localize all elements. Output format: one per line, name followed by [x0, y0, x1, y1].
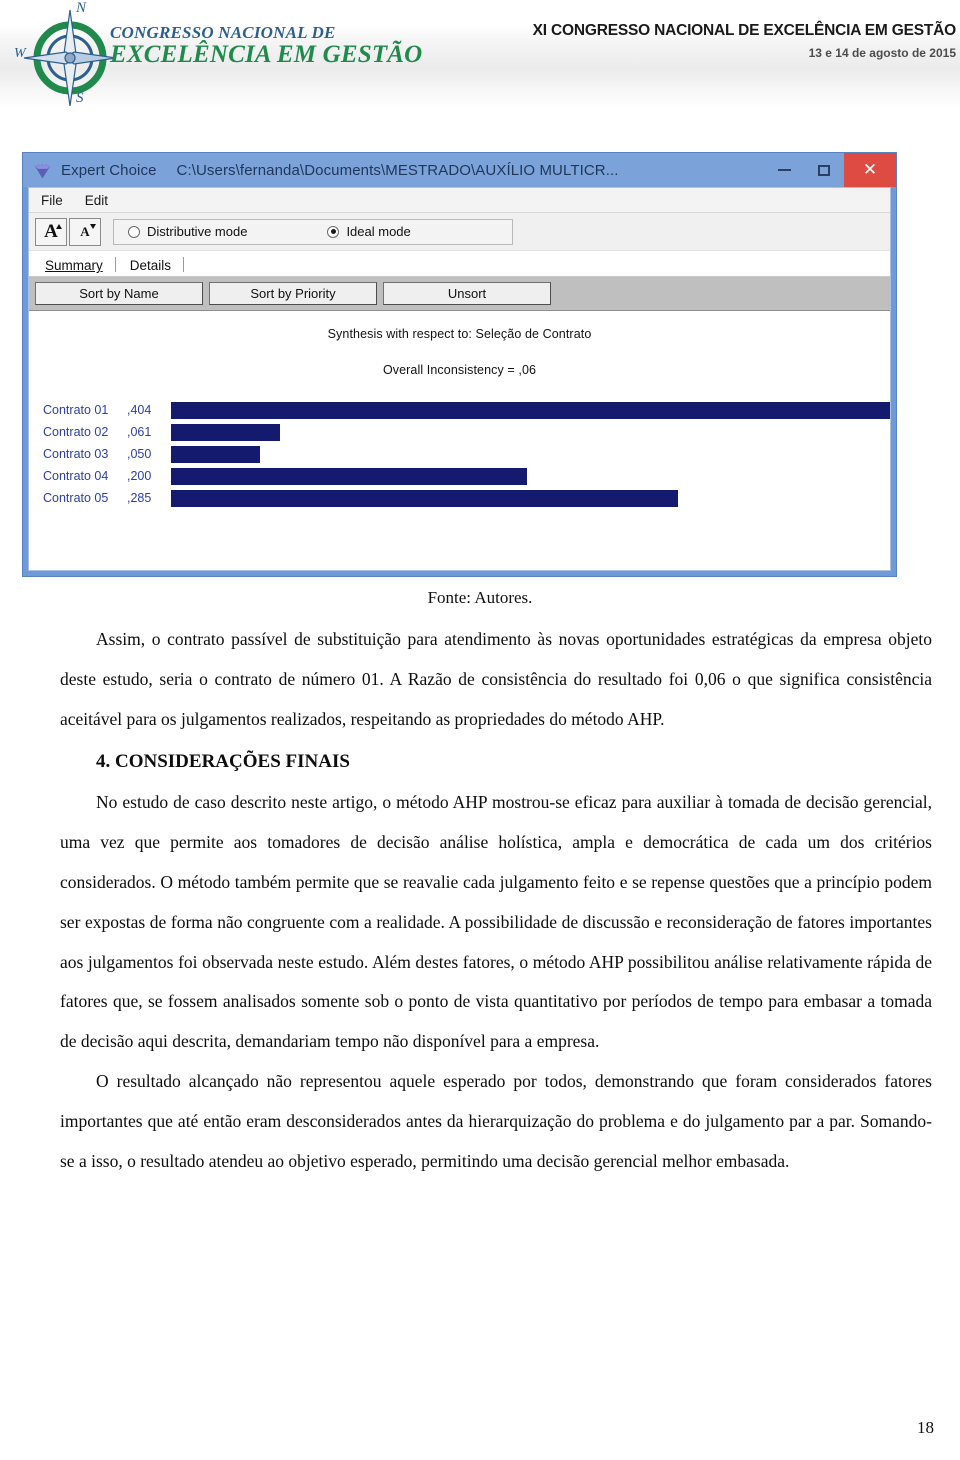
page-header: N S W CONGRESSO NACIONAL DE EXCELÊNCIA E…	[0, 0, 960, 110]
chart-bar-fill	[171, 467, 527, 485]
caret-up-icon	[56, 223, 62, 229]
sort-toolbar: Sort by Name Sort by Priority Unsort	[29, 277, 890, 311]
unsort-button[interactable]: Unsort	[383, 282, 551, 305]
caret-down-icon	[90, 223, 96, 229]
chart-bar-label: Contrato 02	[43, 425, 109, 439]
chart-bar-row: Contrato 03 ,050	[43, 443, 890, 465]
menu-item-edit[interactable]: Edit	[85, 193, 108, 208]
compass-label-south: S	[76, 90, 84, 106]
tab-summary[interactable]: Summary	[43, 258, 115, 276]
chart-bar-row: Contrato 05 ,285	[43, 487, 890, 509]
compass-label-west: W	[14, 46, 26, 61]
chart-bar-value: ,061	[127, 425, 152, 439]
maximize-icon	[818, 164, 830, 176]
radio-ideal-mode[interactable]: Ideal mode	[327, 224, 411, 239]
window-app-name: Expert Choice	[61, 161, 157, 179]
chart-bars: Contrato 01,404 Contrato 02,061 Contrato 0…	[29, 399, 890, 509]
paragraph-3: O resultado alcançado não representou aq…	[60, 1071, 932, 1171]
mode-selector-group: Distributive mode Ideal mode	[113, 218, 513, 245]
congress-date: 13 e 14 de agosto de 2015	[808, 46, 956, 60]
minimize-icon	[777, 169, 791, 171]
congress-logo: N S W CONGRESSO NACIONAL DE EXCELÊNCIA E…	[14, 0, 422, 110]
chart-title: Synthesis with respect to: Seleção de Co…	[327, 327, 592, 341]
page-number: 18	[917, 1418, 934, 1437]
figure-caption: Fonte: Autores.	[427, 588, 533, 607]
paragraph-2: No estudo de caso descrito neste artigo,…	[60, 791, 932, 1052]
expert-choice-figure: Expert Choice C:\Users\fernanda\Document…	[22, 152, 897, 577]
expert-choice-app-icon	[34, 162, 51, 178]
compass-rose-icon	[23, 9, 117, 106]
menu-bar: File Edit	[29, 188, 890, 213]
chart-bar-label: Contrato 04	[43, 469, 109, 483]
window-titlebar: Expert Choice C:\Users\fernanda\Document…	[23, 153, 896, 187]
window-file-path: C:\Users\fernanda\Documents\MESTRADO\AUX…	[176, 161, 619, 179]
increase-font-button[interactable]: A	[35, 217, 67, 246]
chart-bar-value: ,050	[127, 447, 152, 461]
section-heading-consideracoes-finais: 4. CONSIDERAÇÕES FINAIS	[96, 750, 350, 772]
chart-subtitle: Overall Inconsistency = ,06	[382, 363, 537, 377]
chart-bar-track	[171, 423, 890, 441]
chart-bar-fill	[171, 489, 679, 507]
document-body: Assim, o contrato passível de substituiç…	[60, 620, 932, 1182]
chart-bar-track	[171, 467, 890, 485]
chart-bar-track	[171, 489, 890, 507]
radio-ideal-label: Ideal mode	[346, 224, 411, 239]
toolbar: A A Distributive mode Ideal mode	[29, 213, 890, 251]
chart-bar-value: ,285	[127, 491, 152, 505]
radio-distributive-label: Distributive mode	[147, 224, 248, 239]
chart-bar-value: ,404	[127, 403, 152, 417]
tab-divider-2	[183, 257, 185, 272]
radio-distributive-mode[interactable]: Distributive mode	[128, 224, 247, 239]
expert-choice-window: Expert Choice C:\Users\fernanda\Document…	[22, 152, 897, 577]
chart-bar-fill	[171, 401, 890, 419]
radio-button-icon	[128, 225, 140, 238]
maximize-button[interactable]	[804, 153, 844, 187]
sort-by-priority-button[interactable]: Sort by Priority	[209, 282, 377, 305]
radio-button-selected-icon	[327, 225, 340, 238]
decrease-font-button[interactable]: A	[69, 217, 101, 246]
menu-item-file[interactable]: File	[41, 193, 63, 208]
logo-line-2: EXCELÊNCIA EM GESTÃO	[110, 41, 423, 68]
tab-details[interactable]: Details	[128, 258, 183, 276]
tab-bar: Summary Details	[29, 251, 890, 277]
chart-bar-label: Contrato 05	[43, 491, 109, 505]
chart-bar-label: Contrato 03	[43, 447, 109, 461]
congress-title: XI CONGRESSO NACIONAL DE EXCELÊNCIA EM G…	[532, 22, 957, 39]
chart-bar-label: Contrato 01	[43, 403, 109, 417]
chart-bar-track	[171, 401, 890, 419]
chart-bar-fill	[171, 445, 260, 463]
window-controls: ✕	[764, 153, 896, 187]
sort-by-name-button[interactable]: Sort by Name	[35, 282, 203, 305]
window-client-area: File Edit A A Distributive mode Ideal mo…	[28, 187, 891, 571]
chart-bar-row: Contrato 04 ,200	[43, 465, 890, 487]
logo-line-1: CONGRESSO NACIONAL DE	[110, 23, 336, 42]
tab-divider	[114, 257, 116, 272]
chart-bar-row: Contrato 01 ,404	[43, 399, 890, 421]
synthesis-chart: Synthesis with respect to: Seleção de Co…	[29, 311, 890, 570]
chart-bar-track	[171, 445, 890, 463]
logo-wordmark: CONGRESSO NACIONAL DE EXCELÊNCIA EM GEST…	[110, 24, 422, 67]
congress-header-block: XI CONGRESSO NACIONAL DE EXCELÊNCIA EM G…	[532, 22, 957, 60]
paragraph-1: Assim, o contrato passível de substituiç…	[60, 629, 932, 729]
compass-label-north: N	[76, 0, 87, 16]
close-button[interactable]: ✕	[844, 153, 896, 187]
decrease-font-label: A	[80, 223, 90, 239]
chart-bar-row: Contrato 02 ,061	[43, 421, 890, 443]
chart-bar-fill	[171, 423, 280, 441]
minimize-button[interactable]	[764, 153, 804, 187]
chart-bar-value: ,200	[127, 469, 152, 483]
